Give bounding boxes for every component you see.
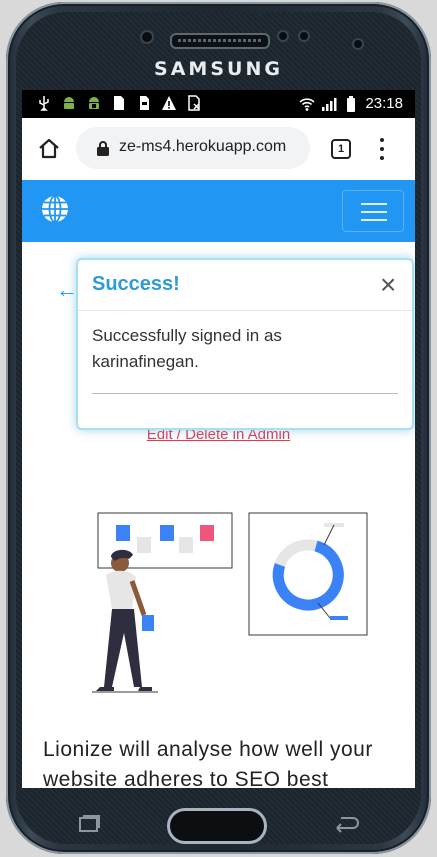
phone-screen: 23:18 ze-ms4.herokuapp.com 1 ← Edit / De… [22,90,415,788]
lock-icon [97,141,109,156]
android-icon [64,97,74,109]
browser-toolbar: ze-ms4.herokuapp.com 1 [22,118,415,180]
site-navbar [22,180,415,242]
home-icon[interactable] [36,136,62,162]
success-toast: Success! × Successfully signed in as kar… [76,258,414,430]
sd-card-icon [140,96,149,110]
tab-switcher-button[interactable]: 1 [331,139,351,159]
toast-divider [92,393,398,394]
toast-title: Success! [92,273,180,295]
browser-menu-icon[interactable] [376,138,388,160]
url-text: ze-ms4.herokuapp.com [119,138,287,155]
file-icon [114,96,124,110]
sensor-dot [298,30,310,42]
device-brand: SAMSUNG [154,58,283,80]
navbar-toggler-button[interactable] [342,190,404,232]
sensor-dot [277,30,289,42]
status-right: 23:18 [299,95,403,112]
close-icon[interactable]: × [380,271,396,299]
notification-icons [36,95,202,111]
toast-divider [78,310,412,311]
globe-logo-icon[interactable] [40,194,70,224]
front-camera [140,30,154,44]
signal-icon [322,97,337,111]
android-debug-icon [89,97,99,109]
analytics-illustration [92,512,368,693]
back-key-icon[interactable] [333,815,359,833]
back-arrow-icon[interactable]: ← [56,277,78,303]
battery-icon [347,95,356,112]
status-bar: 23:18 [22,90,415,118]
clock: 23:18 [365,95,403,112]
warning-icon [162,96,176,110]
toast-message: Successfully signed in as karinafinegan. [92,326,282,371]
proximity-sensor [352,38,364,50]
home-hardware-button[interactable] [167,808,267,844]
usb-icon [39,96,49,111]
recent-apps-icon[interactable] [77,815,101,833]
address-bar[interactable]: ze-ms4.herokuapp.com [76,127,310,169]
wifi-icon [299,97,316,111]
page-description: Lionize will analyse how well your websi… [43,738,373,788]
earpiece-speaker [170,33,270,49]
no-sim-icon [188,95,200,111]
